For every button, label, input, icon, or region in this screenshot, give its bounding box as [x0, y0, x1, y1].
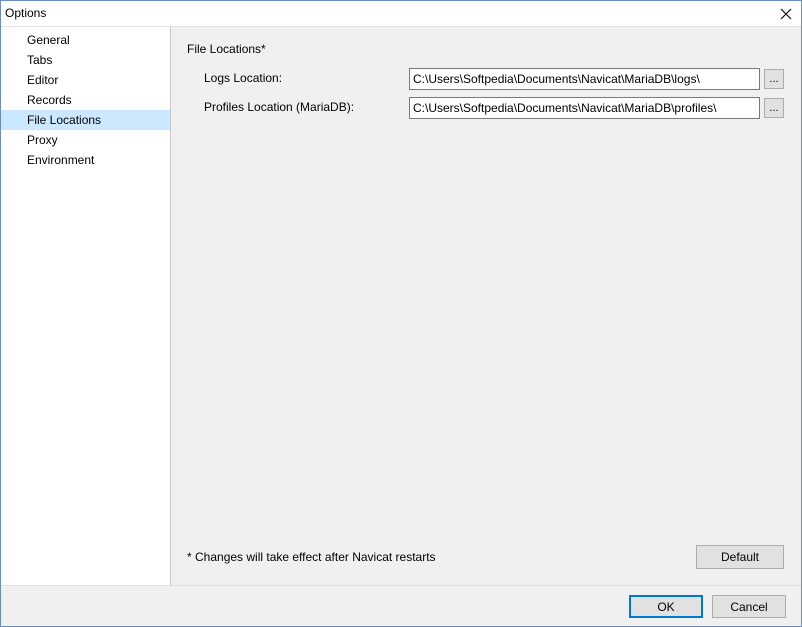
- profiles-location-label: Profiles Location (MariaDB):: [204, 100, 355, 114]
- category-sidebar: General Tabs Editor Records File Locatio…: [1, 26, 171, 585]
- settings-panel: File Locations* Logs Location: ... Profi…: [172, 26, 801, 585]
- sidebar-item-tabs[interactable]: Tabs: [1, 50, 170, 70]
- section-title: File Locations*: [187, 42, 266, 56]
- title-bar: Options: [1, 1, 801, 26]
- ok-button[interactable]: OK: [629, 595, 703, 618]
- logs-location-input[interactable]: [409, 68, 760, 90]
- options-dialog: Options General Tabs Editor Records File…: [0, 0, 802, 627]
- profiles-location-input[interactable]: [409, 97, 760, 119]
- window-title: Options: [5, 6, 47, 20]
- close-icon: [780, 8, 792, 19]
- sidebar-item-environment[interactable]: Environment: [1, 150, 170, 170]
- sidebar-item-records[interactable]: Records: [1, 90, 170, 110]
- restart-note: * Changes will take effect after Navicat…: [187, 550, 436, 564]
- category-list: General Tabs Editor Records File Locatio…: [1, 27, 170, 170]
- dialog-footer: OK Cancel: [1, 585, 801, 626]
- sidebar-item-general[interactable]: General: [1, 30, 170, 50]
- close-button[interactable]: [771, 1, 801, 26]
- sidebar-item-editor[interactable]: Editor: [1, 70, 170, 90]
- profiles-browse-button[interactable]: ...: [764, 98, 784, 118]
- cancel-button[interactable]: Cancel: [712, 595, 786, 618]
- default-button[interactable]: Default: [696, 545, 784, 569]
- sidebar-item-proxy[interactable]: Proxy: [1, 130, 170, 150]
- logs-location-label: Logs Location:: [204, 71, 283, 85]
- logs-browse-button[interactable]: ...: [764, 69, 784, 89]
- sidebar-item-file-locations[interactable]: File Locations: [1, 110, 170, 130]
